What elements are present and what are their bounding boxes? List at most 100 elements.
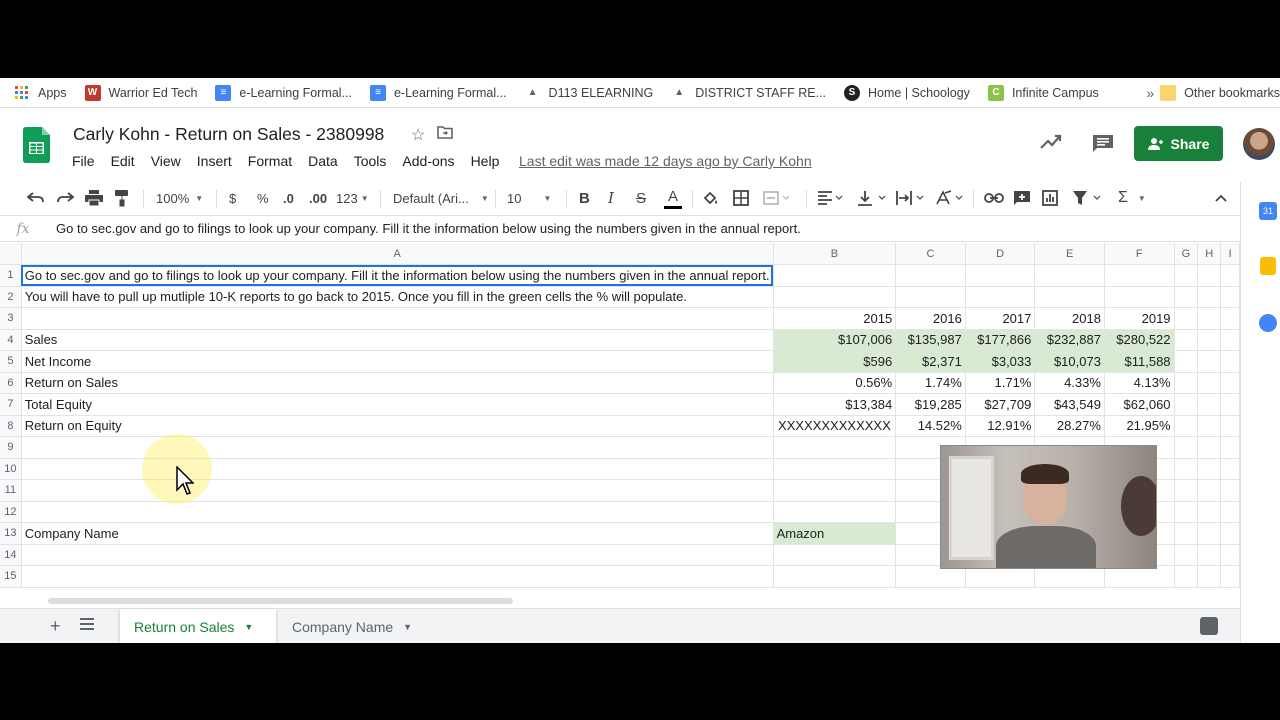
grid-cell[interactable]: Amazon — [773, 522, 897, 545]
grid-cell[interactable] — [965, 286, 1036, 308]
move-to-folder-icon[interactable] — [437, 125, 454, 145]
grid-cell[interactable]: 0.56% — [773, 372, 897, 394]
grid-cell[interactable] — [1174, 286, 1199, 308]
grid-cell[interactable] — [895, 286, 966, 308]
grid-cell[interactable] — [1197, 415, 1222, 437]
grid-cell[interactable]: $2,371 — [895, 350, 966, 373]
insert-link-icon[interactable] — [984, 182, 1004, 214]
menu-insert[interactable]: Insert — [197, 153, 232, 169]
text-wrapping-icon[interactable] — [896, 182, 926, 214]
font-size-select[interactable]: 10 ▼ — [507, 182, 551, 214]
column-header[interactable]: D — [965, 243, 1036, 265]
undo-icon[interactable] — [27, 182, 45, 214]
row-header[interactable]: 4 — [0, 329, 22, 351]
font-family-select[interactable]: Default (Ari... ▼ — [393, 182, 489, 214]
star-icon[interactable]: ☆ — [411, 125, 425, 145]
row-header[interactable]: 1 — [0, 264, 22, 287]
row-header[interactable]: 8 — [0, 415, 22, 437]
bookmark-elearning-2[interactable]: ≡ e-Learning Formal... — [369, 84, 507, 101]
grid-cell[interactable]: $280,522 — [1104, 329, 1175, 351]
text-rotation-icon[interactable] — [935, 182, 965, 214]
grid-cell[interactable] — [21, 565, 774, 588]
all-sheets-icon[interactable] — [80, 618, 94, 633]
grid-cell[interactable] — [1197, 264, 1222, 287]
tab-company-name[interactable]: Company Name ▼ — [278, 609, 428, 643]
grid-cell[interactable]: 4.33% — [1034, 372, 1105, 394]
bookmark-warrior-ed-tech[interactable]: W Warrior Ed Tech — [84, 84, 197, 101]
bookmark-apps[interactable]: Apps — [14, 85, 67, 101]
menu-view[interactable]: View — [151, 153, 181, 169]
format-currency-button[interactable]: $ — [229, 182, 236, 214]
decrease-decimal-button[interactable]: .0 — [283, 182, 294, 214]
row-header[interactable]: 13 — [0, 522, 22, 545]
grid-cell[interactable] — [1197, 329, 1222, 351]
grid-cell[interactable] — [1174, 329, 1199, 351]
grid-cell[interactable]: $135,987 — [895, 329, 966, 351]
grid-cell[interactable] — [1174, 565, 1199, 588]
grid-cell[interactable] — [1197, 393, 1222, 416]
grid-cell[interactable] — [1220, 479, 1240, 502]
grid-cell[interactable] — [1220, 522, 1240, 545]
formula-input[interactable]: Go to sec.gov and go to filings to look … — [56, 221, 801, 236]
grid-cell[interactable]: $596 — [773, 350, 897, 373]
grid-cell[interactable] — [895, 264, 966, 287]
grid-cell[interactable] — [1104, 264, 1175, 287]
column-header[interactable]: A — [21, 243, 774, 265]
row-header[interactable]: 6 — [0, 372, 22, 394]
vertical-align-icon[interactable] — [857, 182, 887, 214]
grid-cell[interactable] — [1197, 436, 1222, 459]
grid-cell[interactable] — [1220, 501, 1240, 523]
column-header[interactable]: H — [1197, 243, 1222, 265]
chevron-down-icon[interactable]: ▼ — [244, 622, 253, 632]
grid-cell[interactable]: $27,709 — [965, 393, 1036, 416]
grid-cell[interactable] — [1220, 544, 1240, 566]
menu-edit[interactable]: Edit — [111, 153, 135, 169]
grid-cell[interactable] — [1034, 264, 1105, 287]
row-header[interactable]: 14 — [0, 544, 22, 566]
increase-decimal-button[interactable]: .00 — [309, 182, 327, 214]
grid-cell[interactable] — [1174, 264, 1199, 287]
tasks-icon[interactable] — [1259, 314, 1277, 332]
grid-cell[interactable]: $177,866 — [965, 329, 1036, 351]
grid-cell[interactable]: Return on Sales — [21, 372, 774, 394]
grid-cell[interactable] — [773, 286, 897, 308]
grid-cell[interactable]: 2015 — [773, 307, 897, 330]
horizontal-align-icon[interactable] — [817, 182, 843, 214]
grid-cell[interactable] — [1197, 350, 1222, 373]
grid-cell[interactable]: Go to sec.gov and go to filings to look … — [21, 264, 774, 287]
grid-cell[interactable] — [1174, 479, 1199, 502]
filter-icon[interactable] — [1072, 182, 1102, 214]
grid-cell[interactable] — [1220, 286, 1240, 308]
grid-cell[interactable] — [773, 501, 897, 523]
merge-cells-icon[interactable] — [763, 182, 789, 214]
grid-cell[interactable] — [1174, 415, 1199, 437]
bookmark-d113-elearning[interactable]: ▲ D113 ELEARNING — [525, 85, 654, 101]
grid-cell[interactable]: $43,549 — [1034, 393, 1105, 416]
grid-cell[interactable] — [21, 307, 774, 330]
bookmarks-more-chevron[interactable]: » — [1146, 85, 1154, 101]
borders-icon[interactable] — [733, 182, 749, 214]
grid-cell[interactable] — [21, 544, 774, 566]
menu-data[interactable]: Data — [308, 153, 338, 169]
last-edit-link[interactable]: Last edit was made 12 days ago by Carly … — [519, 153, 812, 169]
grid-cell[interactable]: 4.13% — [1104, 372, 1175, 394]
grid-cell[interactable]: 28.27% — [1034, 415, 1105, 437]
grid-cell[interactable] — [1174, 307, 1199, 330]
text-color-button[interactable]: A — [664, 182, 682, 214]
column-header[interactable]: C — [895, 243, 966, 265]
document-title[interactable]: Carly Kohn - Return on Sales - 2380998 — [73, 124, 384, 145]
grid-cell[interactable] — [1220, 415, 1240, 437]
paint-format-icon[interactable] — [114, 182, 130, 214]
other-bookmarks[interactable]: Other bookmarks — [1160, 84, 1280, 101]
row-header[interactable]: 3 — [0, 307, 22, 330]
google-sheets-logo-icon[interactable] — [23, 127, 50, 163]
grid-cell[interactable] — [1174, 501, 1199, 523]
comments-icon[interactable] — [1092, 134, 1114, 152]
grid-cell[interactable]: 14.52% — [895, 415, 966, 437]
grid-cell[interactable] — [773, 436, 897, 459]
grid-cell[interactable]: Return on Equity — [21, 415, 774, 437]
grid-cell[interactable]: 1.74% — [895, 372, 966, 394]
grid-cell[interactable] — [1220, 350, 1240, 373]
grid-cell[interactable] — [1174, 372, 1199, 394]
grid-cell[interactable] — [1220, 565, 1240, 588]
